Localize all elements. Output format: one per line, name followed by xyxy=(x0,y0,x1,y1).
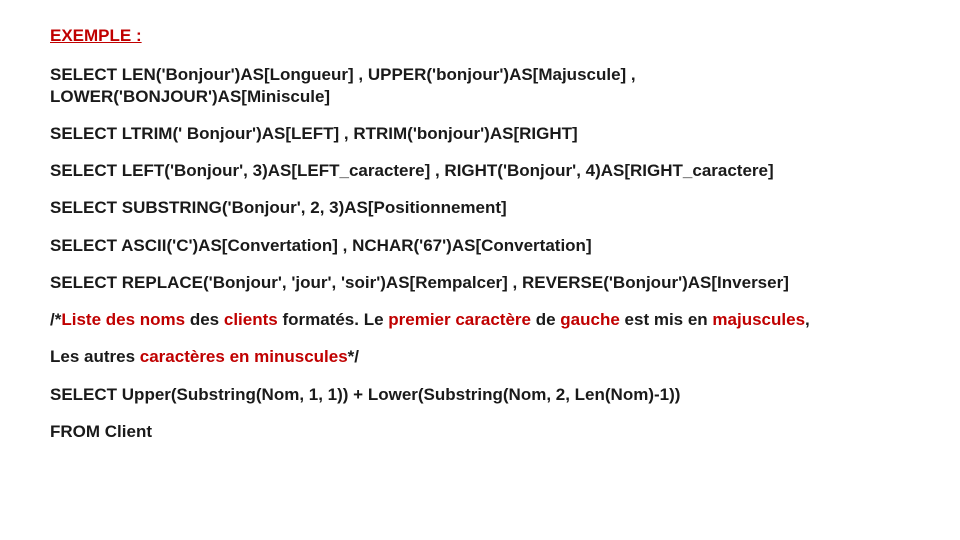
comment-line-1: /*Liste des noms des clients formatés. L… xyxy=(50,309,910,330)
txt-mis-en: est mis en xyxy=(620,310,713,329)
sql-line-8: FROM Client xyxy=(50,421,910,442)
sql-line-1: SELECT LEN('Bonjour')AS[Longueur] , UPPE… xyxy=(50,64,910,107)
hl-clients: clients xyxy=(224,310,278,329)
sql-line-1a: SELECT LEN('Bonjour')AS[Longueur] , UPPE… xyxy=(50,65,636,84)
hl-liste-des-noms: Liste des noms xyxy=(61,310,185,329)
txt-des: des xyxy=(185,310,224,329)
txt-les-autres: Les autres xyxy=(50,347,140,366)
hl-premier-caractere: premier caractère xyxy=(388,310,531,329)
sql-line-7: SELECT Upper(Substring(Nom, 1, 1)) + Low… xyxy=(50,384,910,405)
sql-line-5: SELECT ASCII('C')AS[Convertation] , NCHA… xyxy=(50,235,910,256)
hl-caracteres-minuscules: caractères en minuscules xyxy=(140,347,348,366)
hl-majuscules: majuscules xyxy=(712,310,805,329)
example-title: EXEMPLE : xyxy=(50,25,910,46)
sql-line-2: SELECT LTRIM(' Bonjour')AS[LEFT] , RTRIM… xyxy=(50,123,910,144)
sql-line-4: SELECT SUBSTRING('Bonjour', 2, 3)AS[Posi… xyxy=(50,197,910,218)
txt-formates: formatés. Le xyxy=(278,310,389,329)
slide-content: EXEMPLE : SELECT LEN('Bonjour')AS[Longue… xyxy=(0,0,960,442)
comment-close: */ xyxy=(348,347,359,366)
comment-line-2: Les autres caractères en minuscules*/ xyxy=(50,346,910,367)
txt-comma: , xyxy=(805,310,810,329)
sql-line-3: SELECT LEFT('Bonjour', 3)AS[LEFT_caracte… xyxy=(50,160,910,181)
sql-line-1b: LOWER('BONJOUR')AS[Miniscule] xyxy=(50,87,330,106)
txt-de: de xyxy=(531,310,560,329)
comment-open: /* xyxy=(50,310,61,329)
hl-gauche: gauche xyxy=(560,310,620,329)
sql-line-6: SELECT REPLACE('Bonjour', 'jour', 'soir'… xyxy=(50,272,910,293)
